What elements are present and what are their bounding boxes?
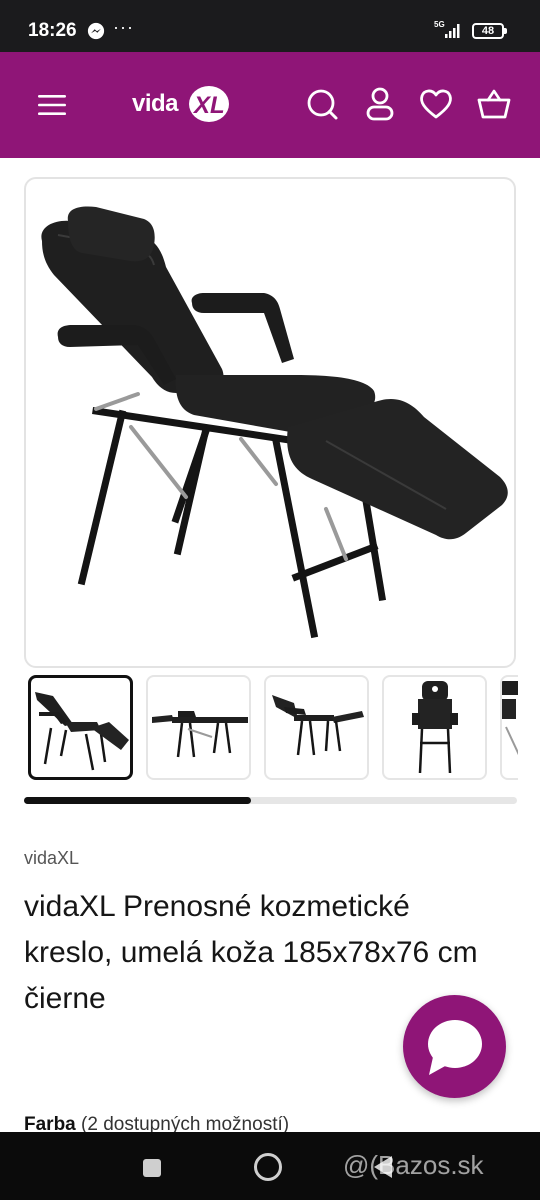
- messenger-icon: [87, 22, 105, 40]
- thumbnail-2[interactable]: [146, 675, 251, 780]
- thumbnail-3[interactable]: [264, 675, 369, 780]
- product-brand[interactable]: vidaXL: [24, 848, 79, 869]
- svg-text:vida: vida: [132, 90, 179, 117]
- cart-basket-icon[interactable]: [474, 84, 514, 124]
- status-bar: 18:26 ··· 5G 48: [0, 0, 540, 52]
- thumbnail-4[interactable]: [382, 675, 487, 780]
- status-more-dots: ···: [113, 17, 134, 37]
- cosmetic-chair-image: [41, 206, 508, 639]
- product-main-image[interactable]: [24, 177, 516, 668]
- home-icon[interactable]: [254, 1153, 282, 1181]
- chair-angled-thumb-image: [35, 692, 129, 771]
- chair-front-thumb-image: [412, 681, 458, 774]
- site-header: vida XL: [0, 52, 540, 158]
- battery-indicator: 48: [472, 23, 507, 39]
- gallery-scroll-track[interactable]: [24, 797, 517, 804]
- network-type: 5G: [434, 20, 445, 29]
- account-icon[interactable]: [360, 84, 400, 124]
- chair-flat-side-thumb-image: [152, 711, 248, 758]
- gallery-scroll-thumb[interactable]: [24, 797, 251, 804]
- bazos-watermark: @(Bazos.sk: [343, 1150, 484, 1180]
- wishlist-heart-icon[interactable]: [416, 84, 456, 124]
- status-time: 18:26: [28, 20, 77, 41]
- thumbnail-1-active[interactable]: [28, 675, 133, 780]
- vidaxl-logo[interactable]: vida XL: [132, 80, 232, 126]
- chair-next-thumb-image: [502, 681, 518, 756]
- chat-button[interactable]: [403, 995, 506, 1098]
- thumbnail-strip[interactable]: [28, 675, 518, 781]
- chair-partial-recline-thumb-image: [272, 695, 364, 756]
- svg-text:XL: XL: [192, 92, 225, 119]
- thumbnail-5[interactable]: [500, 675, 518, 780]
- search-icon[interactable]: [302, 84, 342, 124]
- recent-apps-icon[interactable]: [143, 1159, 161, 1177]
- menu-icon[interactable]: [32, 85, 72, 125]
- signal-icon: [445, 24, 460, 38]
- chat-bubble-icon: [428, 1020, 482, 1075]
